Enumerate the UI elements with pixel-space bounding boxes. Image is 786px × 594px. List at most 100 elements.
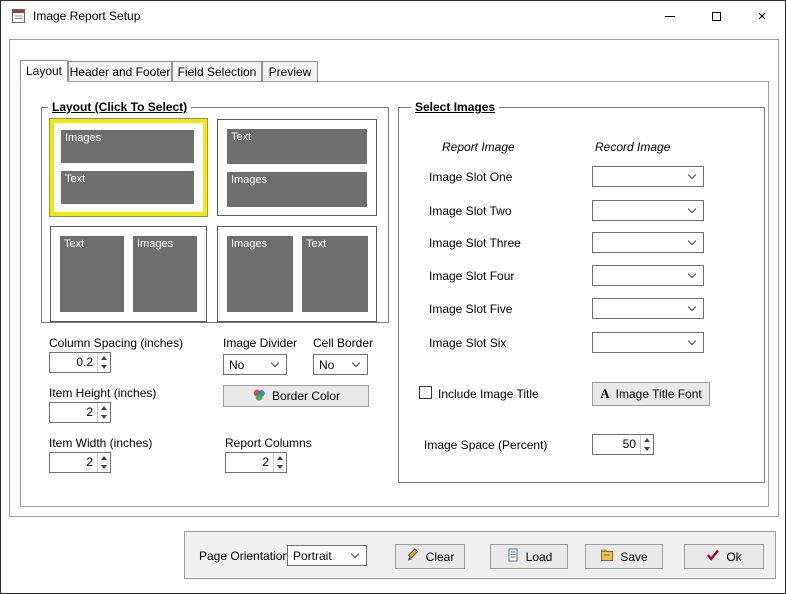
- report-columns-label: Report Columns: [225, 436, 312, 450]
- image-slot-five-select[interactable]: [592, 298, 704, 319]
- spin-down-button[interactable]: [98, 463, 110, 473]
- page-orientation-select[interactable]: Portrait: [287, 545, 367, 566]
- close-icon: ×: [757, 7, 767, 25]
- image-slot-one-label: Image Slot One: [429, 170, 513, 184]
- layout-block-label: Text: [227, 129, 367, 164]
- layout-block-label: Text: [60, 236, 124, 312]
- spin-up-icon: [101, 355, 107, 360]
- clear-button[interactable]: Clear: [395, 544, 465, 569]
- report-columns-stepper[interactable]: 2: [225, 452, 287, 473]
- chevron-down-icon: [687, 236, 697, 246]
- layout-group-title: Layout (Click To Select): [48, 100, 192, 114]
- spin-down-button[interactable]: [274, 463, 286, 473]
- layout-option-images-beside-text[interactable]: Images Text: [217, 226, 377, 322]
- tab-preview-label: Preview: [268, 65, 312, 79]
- page-orientation-label: Page Orientation: [199, 549, 290, 563]
- spin-down-icon: [101, 465, 107, 470]
- spin-down-icon: [644, 447, 650, 452]
- item-height-stepper[interactable]: 2: [49, 402, 111, 423]
- layout-block-label: Images: [227, 172, 367, 207]
- image-space-value: 50: [622, 437, 636, 451]
- spin-down-button[interactable]: [98, 413, 110, 423]
- report-columns-value: 2: [262, 455, 269, 469]
- image-title-font-button-label: Image Title Font: [615, 387, 702, 401]
- ok-button[interactable]: Ok: [684, 544, 764, 569]
- item-width-label: Item Width (inches): [49, 436, 153, 450]
- image-slot-two-select[interactable]: [592, 200, 704, 221]
- maximize-button[interactable]: [693, 1, 739, 31]
- image-slot-six-label: Image Slot Six: [429, 336, 507, 350]
- chevron-down-icon: [351, 358, 361, 368]
- item-height-value: 2: [86, 405, 93, 419]
- save-button[interactable]: Save: [585, 544, 663, 569]
- image-space-label: Image Space (Percent): [424, 438, 548, 452]
- tab-header-and-footer[interactable]: Header and Footer: [68, 61, 172, 81]
- tab-preview[interactable]: Preview: [262, 61, 318, 81]
- chevron-down-icon: [687, 269, 697, 279]
- image-slot-six-select[interactable]: [592, 332, 704, 353]
- image-slot-one-select[interactable]: [592, 166, 704, 187]
- layout-tab-panel: Layout (Click To Select) Images Text Tex…: [20, 81, 769, 507]
- image-slot-four-label: Image Slot Four: [429, 269, 515, 283]
- column-spacing-stepper[interactable]: 0.2: [49, 352, 111, 373]
- chevron-down-icon: [270, 358, 280, 368]
- spin-up-button[interactable]: [98, 403, 110, 413]
- spin-up-icon: [644, 437, 650, 442]
- select-images-group-title: Select Images: [411, 100, 500, 114]
- spin-up-button[interactable]: [98, 353, 110, 363]
- spin-up-button[interactable]: [274, 453, 286, 463]
- layout-block-label: Images: [227, 236, 293, 312]
- chevron-down-icon: [687, 336, 697, 346]
- tab-layout[interactable]: Layout: [20, 60, 68, 82]
- layout-option-images-over-text[interactable]: Images Text: [50, 119, 207, 216]
- layout-option-text-over-images[interactable]: Text Images: [217, 119, 377, 216]
- stepper-buttons: [273, 453, 286, 472]
- spin-up-icon: [277, 455, 283, 460]
- layout-block-label: Images: [61, 130, 194, 163]
- minimize-button[interactable]: [647, 1, 693, 31]
- border-color-button-label: Border Color: [271, 389, 341, 403]
- load-button-label: Load: [525, 549, 553, 564]
- report-image-header: Report Image: [442, 140, 515, 154]
- include-image-title-checkbox[interactable]: [419, 386, 432, 399]
- document-icon: [506, 548, 520, 565]
- image-space-stepper[interactable]: 50: [592, 434, 654, 455]
- cell-border-select[interactable]: No: [313, 354, 368, 375]
- image-title-font-button[interactable]: A Image Title Font: [592, 382, 710, 406]
- column-spacing-label: Column Spacing (inches): [49, 336, 184, 350]
- image-slot-three-select[interactable]: [592, 232, 704, 253]
- chevron-down-icon: [687, 302, 697, 312]
- check-icon: [706, 549, 720, 564]
- tab-field-selection[interactable]: Field Selection: [172, 61, 262, 81]
- item-width-stepper[interactable]: 2: [49, 452, 111, 473]
- ok-button-label: Ok: [726, 549, 742, 564]
- tab-field-selection-label: Field Selection: [177, 65, 257, 79]
- spin-up-button[interactable]: [98, 453, 110, 463]
- clear-button-label: Clear: [425, 549, 455, 564]
- border-color-button[interactable]: Border Color: [223, 385, 369, 407]
- chevron-down-icon: [687, 170, 697, 180]
- record-image-header: Record Image: [595, 140, 671, 154]
- main-panel: Layout Header and Footer Field Selection…: [9, 39, 779, 517]
- include-image-title-label: Include Image Title: [438, 387, 539, 401]
- spin-down-button[interactable]: [98, 363, 110, 373]
- column-spacing-value: 0.2: [76, 355, 93, 369]
- image-slot-four-select[interactable]: [592, 265, 704, 286]
- layout-block-label: Text: [302, 236, 368, 312]
- close-button[interactable]: ×: [739, 1, 785, 31]
- cell-border-value: No: [319, 357, 335, 372]
- spin-up-button[interactable]: [641, 435, 653, 445]
- minimize-icon: [665, 15, 675, 17]
- app-icon: [11, 8, 27, 24]
- layout-groupbox: Layout (Click To Select) Images Text Tex…: [41, 100, 389, 323]
- select-images-groupbox: Select Images Report Image Record Image …: [398, 100, 765, 483]
- spin-down-button[interactable]: [641, 445, 653, 455]
- titlebar[interactable]: Image Report Setup ×: [1, 1, 785, 31]
- cell-border-label: Cell Border: [313, 336, 374, 350]
- image-divider-select[interactable]: No: [223, 354, 287, 375]
- load-button[interactable]: Load: [490, 544, 568, 569]
- window-title: Image Report Setup: [33, 9, 141, 23]
- spin-down-icon: [277, 465, 283, 470]
- chevron-down-icon: [687, 204, 697, 214]
- layout-option-text-beside-images[interactable]: Text Images: [50, 226, 207, 322]
